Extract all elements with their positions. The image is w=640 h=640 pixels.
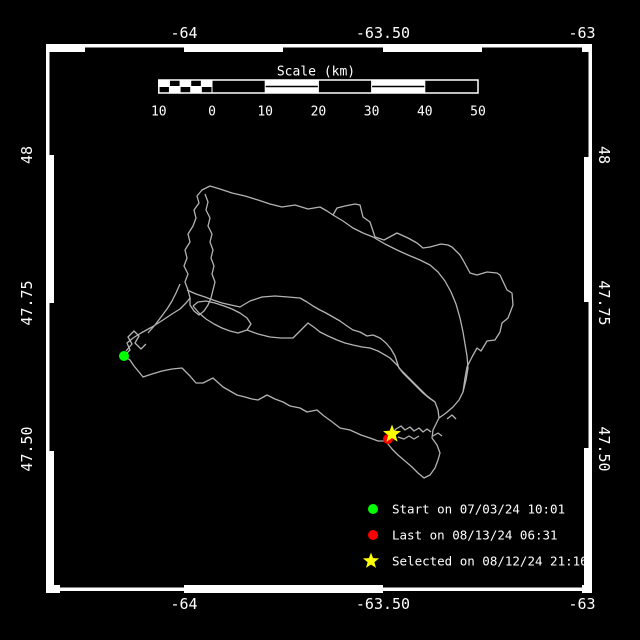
legend-label: Selected on 08/12/24 21:16	[392, 554, 588, 569]
y-tick-label-left: 47.50	[18, 426, 36, 471]
y-tick-label-right: 48	[595, 146, 613, 164]
scale-label: 0	[208, 105, 216, 120]
legend-circle-marker	[368, 504, 378, 514]
start-marker	[119, 351, 129, 361]
y-tick-label-right: 47.75	[595, 280, 613, 325]
scale-cell	[159, 80, 170, 87]
legend-label: Last on 08/13/24 06:31	[392, 528, 558, 543]
legend-circle-marker	[368, 530, 378, 540]
x-tick-label-top: -63.50	[356, 24, 410, 42]
trajectory-plot: Scale (km) 10 0 10 20 30 40 50 -64 -64 -63.50 -63.…	[0, 0, 640, 640]
y-tick-label-left: 48	[18, 146, 36, 164]
scale-label: 40	[417, 105, 433, 120]
x-tick-label-top: -63	[568, 24, 595, 42]
scale-label: 10	[257, 105, 273, 120]
trajectory-figure: Scale (km) 10 0 10 20 30 40 50 -64 -64 -63.50 -63.…	[0, 0, 640, 640]
x-tick-label-bottom: -63.50	[356, 595, 410, 613]
scale-cell	[169, 87, 180, 94]
scale-label: 20	[311, 105, 327, 120]
legend-label: Start on 07/03/24 10:01	[392, 502, 565, 517]
scale-cell	[201, 80, 212, 87]
scale-cell	[180, 80, 191, 87]
x-tick-label-bottom: -63	[568, 595, 595, 613]
scale-label: 50	[470, 105, 486, 120]
scale-cell	[191, 87, 202, 94]
y-tick-label-right: 47.50	[595, 426, 613, 471]
scale-label: 10	[151, 105, 167, 120]
scale-label: 30	[364, 105, 380, 120]
legend: Start on 07/03/24 10:01 Last on 08/13/24 …	[363, 502, 588, 569]
plot-background	[0, 0, 640, 640]
x-tick-label-top: -64	[170, 24, 197, 42]
scale-bar-title: Scale (km)	[277, 65, 355, 80]
y-tick-label-left: 47.75	[18, 280, 36, 325]
x-tick-label-bottom: -64	[170, 595, 197, 613]
